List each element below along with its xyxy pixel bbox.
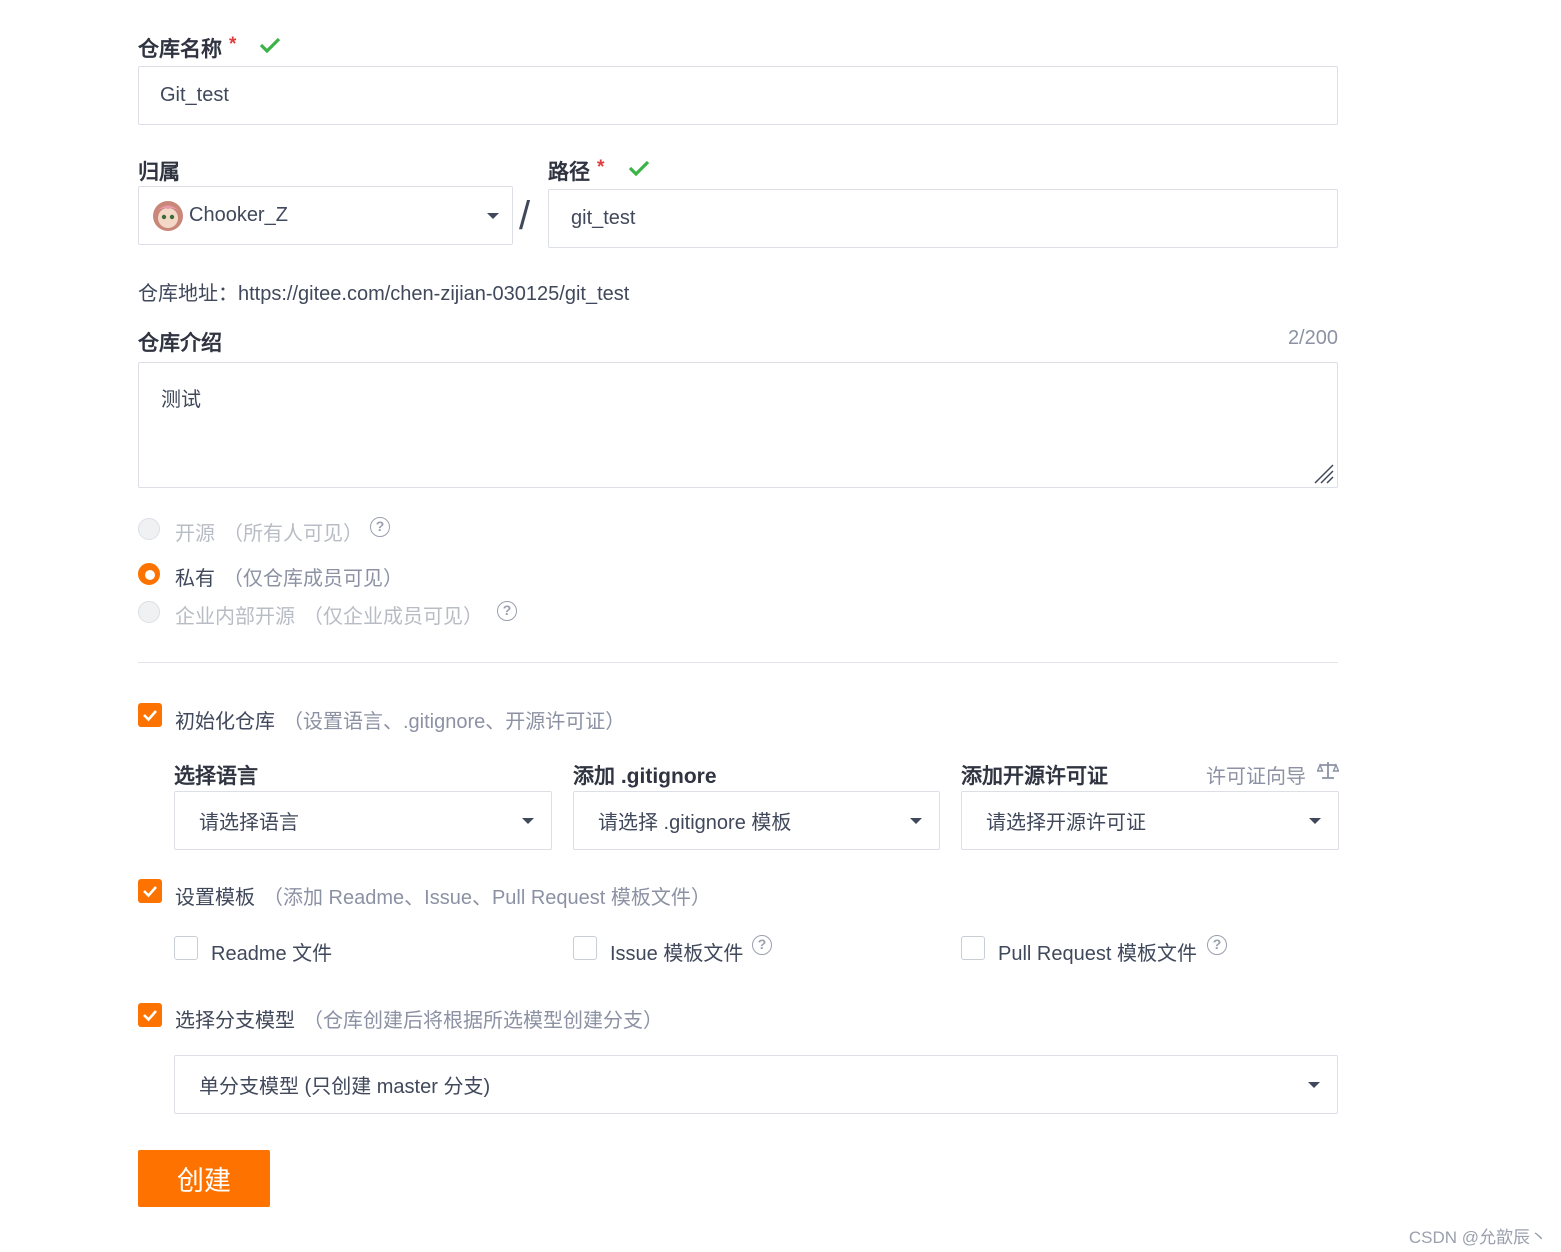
repo-name-value: Git_test xyxy=(160,84,229,106)
description-textarea[interactable]: 测试 xyxy=(138,362,1338,488)
init-repo-label: 初始化仓库 xyxy=(175,711,275,733)
templates-checkbox[interactable] xyxy=(138,879,162,903)
gitignore-label: 添加 .gitignore xyxy=(573,765,717,788)
chevron-down-icon xyxy=(1308,1082,1320,1088)
issue-template-checkbox[interactable] xyxy=(573,936,597,960)
repo-name-label: 仓库名称 xyxy=(138,38,222,61)
templates-label: 设置模板 xyxy=(175,887,255,909)
create-button[interactable]: 创建 xyxy=(138,1150,270,1207)
templates-option: 设置模板 （添加 Readme、Issue、Pull Request 模板文件） xyxy=(175,881,711,910)
path-value: git_test xyxy=(571,207,636,229)
init-repo-hint: （设置语言、.gitignore、开源许可证） xyxy=(283,711,626,733)
license-label: 添加开源许可证 xyxy=(961,765,1108,788)
branch-model-checkbox[interactable] xyxy=(138,1003,162,1027)
gitignore-placeholder: 请选择 .gitignore 模板 xyxy=(598,812,792,834)
language-select[interactable]: 请选择语言 xyxy=(174,791,552,850)
help-circle-icon[interactable]: ? xyxy=(752,935,772,955)
visibility-option-label: 企业内部开源 xyxy=(175,606,295,628)
license-placeholder: 请选择开源许可证 xyxy=(986,812,1146,834)
owner-select[interactable]: Chooker_Z xyxy=(138,186,513,245)
pr-template-label: Pull Request 模板文件 xyxy=(998,943,1197,965)
repo-address-url: https://gitee.com/chen-zijian-030125/git… xyxy=(238,283,630,305)
language-placeholder: 请选择语言 xyxy=(199,812,299,834)
visibility-radio-private[interactable] xyxy=(138,563,160,585)
repo-name-input[interactable]: Git_test xyxy=(138,66,1338,125)
owner-value: Chooker_Z xyxy=(189,204,288,226)
owner-label: 归属 xyxy=(138,161,180,184)
gitignore-select[interactable]: 请选择 .gitignore 模板 xyxy=(573,791,940,850)
help-circle-icon[interactable]: ? xyxy=(1207,935,1227,955)
license-select[interactable]: 请选择开源许可证 xyxy=(961,791,1339,850)
init-repo-option: 初始化仓库 （设置语言、.gitignore、开源许可证） xyxy=(175,705,625,734)
path-separator: / xyxy=(519,194,531,238)
repo-address-label: 仓库地址： xyxy=(138,283,238,305)
readme-checkbox[interactable] xyxy=(174,936,198,960)
visibility-radio-public[interactable] xyxy=(138,518,160,540)
avatar xyxy=(153,200,183,231)
help-circle-icon[interactable]: ? xyxy=(497,601,517,621)
issue-template-label: Issue 模板文件 xyxy=(610,943,744,965)
readme-label: Readme 文件 xyxy=(211,943,333,965)
repo-address: 仓库地址：https://gitee.com/chen-zijian-03012… xyxy=(138,277,629,306)
help-circle-icon[interactable]: ? xyxy=(370,517,390,537)
path-label: 路径 xyxy=(548,161,590,184)
description-value: 测试 xyxy=(161,389,201,411)
branch-model-option: 选择分支模型 （仓库创建后将根据所选模型创建分支） xyxy=(175,1004,663,1033)
branch-model-select[interactable]: 单分支模型 (只创建 master 分支) xyxy=(174,1055,1338,1114)
chevron-down-icon xyxy=(910,818,922,824)
divider xyxy=(138,662,1338,663)
visibility-option-label: 开源 xyxy=(175,523,215,545)
language-label: 选择语言 xyxy=(174,765,258,788)
license-wizard-link[interactable]: 许可证向导 xyxy=(1206,760,1306,789)
branch-model-value: 单分支模型 (只创建 master 分支) xyxy=(199,1076,491,1098)
visibility-option-label: 私有 xyxy=(175,568,215,590)
visibility-option-private: 私有 （仅仓库成员可见） xyxy=(175,562,403,591)
path-input[interactable]: git_test xyxy=(548,189,1338,248)
visibility-option-public: 开源 （所有人可见） xyxy=(175,517,363,546)
required-mark: * xyxy=(597,157,605,178)
visibility-option-hint: （所有人可见） xyxy=(223,523,363,545)
branch-model-hint: （仓库创建后将根据所选模型创建分支） xyxy=(303,1010,663,1032)
scale-icon[interactable] xyxy=(1317,760,1339,780)
branch-model-label: 选择分支模型 xyxy=(175,1010,295,1032)
check-valid-icon xyxy=(259,37,281,54)
templates-hint: （添加 Readme、Issue、Pull Request 模板文件） xyxy=(263,887,711,909)
chevron-down-icon xyxy=(487,213,499,219)
visibility-radio-internal[interactable] xyxy=(138,601,160,623)
required-mark: * xyxy=(229,34,237,55)
visibility-option-internal: 企业内部开源 （仅企业成员可见） xyxy=(175,600,483,629)
chevron-down-icon xyxy=(1309,818,1321,824)
watermark: CSDN @允歆辰丶 xyxy=(1408,1228,1547,1247)
visibility-option-hint: （仅企业成员可见） xyxy=(303,606,483,628)
visibility-option-hint: （仅仓库成员可见） xyxy=(223,568,403,590)
init-repo-checkbox[interactable] xyxy=(138,703,162,727)
resize-handle-icon[interactable] xyxy=(1312,462,1334,484)
description-counter: 2/200 xyxy=(1287,327,1338,349)
description-label: 仓库介绍 xyxy=(138,332,222,355)
chevron-down-icon xyxy=(522,818,534,824)
check-valid-icon xyxy=(628,160,650,177)
pr-template-checkbox[interactable] xyxy=(961,936,985,960)
